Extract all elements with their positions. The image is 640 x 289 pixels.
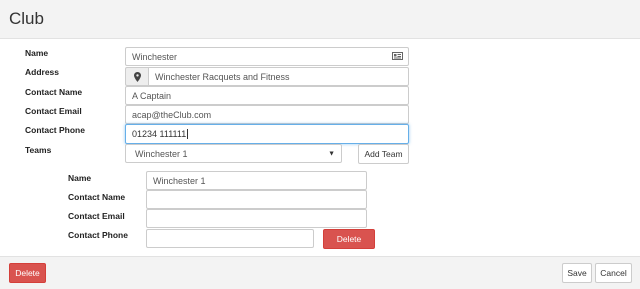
club-name-input[interactable]: Winchester: [125, 47, 409, 66]
contact-name-value: A Captain: [132, 90, 172, 101]
address-value: Winchester Racquets and Fitness: [155, 71, 290, 82]
contact-name-label: Contact Name: [25, 87, 83, 97]
address-input[interactable]: Winchester Racquets and Fitness: [148, 67, 409, 86]
club-name-value: Winchester: [132, 51, 178, 62]
modal-footer: Delete Save Cancel: [0, 256, 640, 289]
save-button[interactable]: Save: [562, 263, 592, 283]
team-name-value: Winchester 1: [153, 175, 206, 186]
caret-down-icon: ▼: [328, 150, 335, 157]
team-contact-phone-input[interactable]: [146, 229, 314, 248]
contact-email-input[interactable]: acap@theClub.com: [125, 105, 409, 124]
team-name-label: Name: [68, 173, 92, 183]
contact-name-input[interactable]: A Captain: [125, 86, 409, 105]
team-contact-email-label: Contact Email: [68, 211, 125, 221]
name-label: Name: [25, 48, 49, 58]
team-contact-email-input[interactable]: [146, 209, 367, 228]
text-cursor: [187, 129, 189, 139]
team-name-input[interactable]: Winchester 1: [146, 171, 367, 190]
team-contact-name-input[interactable]: [146, 190, 367, 209]
teams-select[interactable]: Winchester 1 ▼: [125, 144, 342, 163]
page-title: Club: [9, 9, 44, 28]
map-marker-icon: [125, 67, 148, 86]
id-card-icon: [392, 51, 403, 62]
contact-email-value: acap@theClub.com: [132, 109, 212, 120]
team-contact-phone-label: Contact Phone: [68, 230, 128, 240]
cancel-button[interactable]: Cancel: [595, 263, 632, 283]
delete-club-button[interactable]: Delete: [9, 263, 46, 283]
teams-selected-value: Winchester 1: [135, 148, 188, 159]
address-label: Address: [25, 67, 60, 77]
delete-team-button[interactable]: Delete: [323, 229, 375, 249]
add-team-button[interactable]: Add Team: [358, 144, 409, 164]
modal-header: Club: [0, 0, 640, 39]
contact-phone-label: Contact Phone: [25, 125, 85, 135]
contact-email-label: Contact Email: [25, 106, 82, 116]
contact-phone-input[interactable]: 01234 111111: [125, 124, 409, 144]
teams-label: Teams: [25, 145, 52, 155]
team-contact-name-label: Contact Name: [68, 192, 126, 202]
contact-phone-value: 01234 111111: [132, 129, 187, 139]
